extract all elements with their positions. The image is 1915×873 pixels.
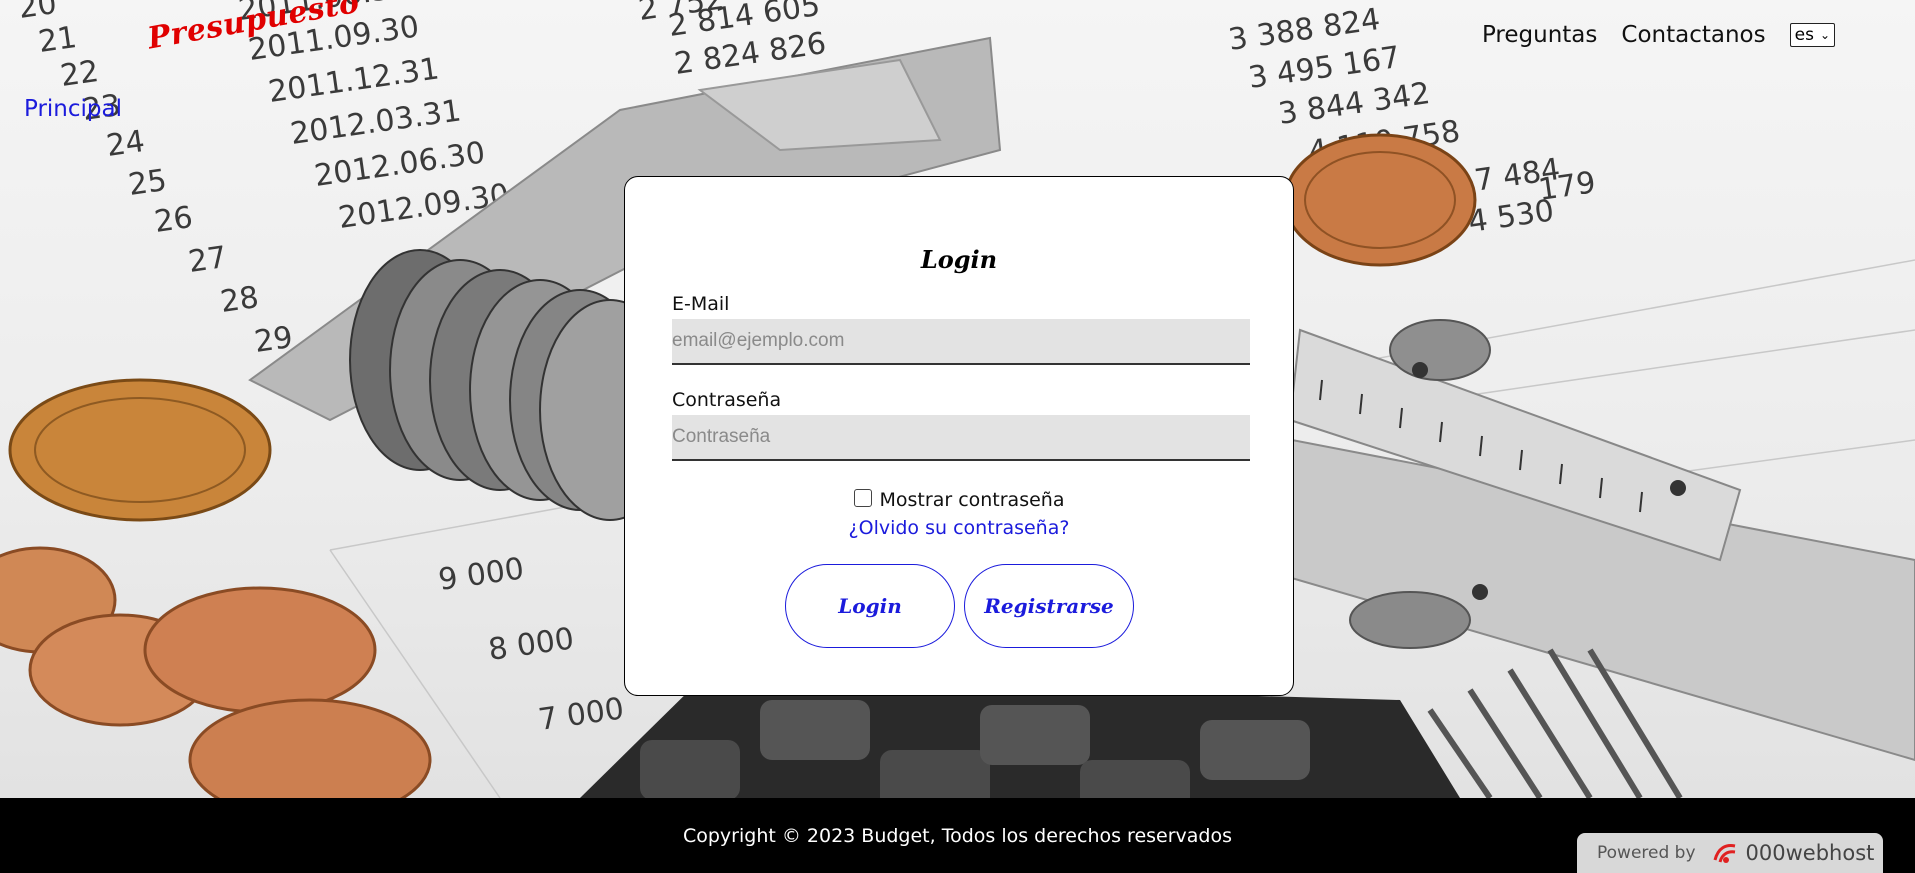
nav-preguntas[interactable]: Preguntas <box>1482 22 1597 48</box>
email-input[interactable] <box>672 319 1250 365</box>
login-page: 20 21 22 23 24 25 26 27 28 29 2011.06.30… <box>0 0 1915 873</box>
bg-axis-9000: 9 000 <box>436 551 526 598</box>
powered-by-label: Powered by <box>1597 843 1696 863</box>
login-button[interactable]: Login <box>785 564 955 648</box>
show-password-row: Mostrar contraseña <box>625 489 1293 511</box>
powered-by-badge[interactable]: Powered by 000webhost <box>1577 833 1883 873</box>
login-card: Login E-Mail Contraseña Mostrar contrase… <box>624 176 1294 696</box>
show-password-checkbox[interactable] <box>853 489 872 507</box>
register-button[interactable]: Registrarse <box>964 564 1134 648</box>
bg-row-25: 25 <box>126 163 169 203</box>
webhost-logo-icon <box>1713 844 1735 863</box>
language-select[interactable]: es ⌄ <box>1789 23 1835 47</box>
footer: Copyright © 2023 Budget, Todos los derec… <box>0 798 1915 873</box>
language-value: es <box>1794 25 1814 45</box>
bg-row-21: 21 <box>36 20 79 60</box>
bg-row-28: 28 <box>218 280 261 320</box>
password-input[interactable] <box>672 415 1250 461</box>
top-navigation: Preguntas Contactanos es ⌄ <box>1458 22 1915 48</box>
nav-contactanos[interactable]: Contactanos <box>1621 22 1765 48</box>
calculator <box>580 680 1460 798</box>
bg-row-22: 22 <box>58 54 101 94</box>
password-label: Contraseña <box>672 389 782 411</box>
bg-row-26: 26 <box>152 200 195 240</box>
principal-link[interactable]: Principal <box>24 96 122 122</box>
show-password-label: Mostrar contraseña <box>879 489 1065 511</box>
bg-amount-10: 179 <box>1536 165 1598 208</box>
bg-axis-8000: 8 000 <box>486 621 576 668</box>
login-title: Login <box>920 245 998 274</box>
powered-by-brand: 000webhost <box>1745 841 1875 865</box>
chevron-down-icon: ⌄ <box>1819 28 1830 42</box>
forgot-password-link[interactable]: ¿Olvido su contraseña? <box>625 517 1293 539</box>
bg-row-24: 24 <box>104 124 147 164</box>
bg-axis-7000: 7 000 <box>536 691 626 738</box>
email-label: E-Mail <box>672 293 730 315</box>
bg-row-27: 27 <box>186 240 229 280</box>
